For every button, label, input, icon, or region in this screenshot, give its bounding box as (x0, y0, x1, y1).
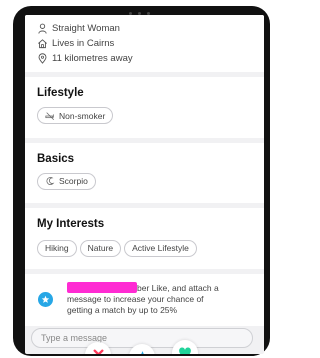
profile-info-card: Straight Woman Lives in Cairns 11 kilome… (25, 15, 264, 72)
basics-section: Basics Scorpio (25, 142, 264, 203)
message-bar: Type a message (25, 326, 264, 354)
lifestyle-section: Lifestyle Non-smoker (25, 77, 264, 138)
page-background: Straight Woman Lives in Cairns 11 kilome… (0, 0, 275, 358)
super-like-line-1: ber Like, and attach a (137, 282, 219, 293)
basics-chip: Scorpio (37, 172, 96, 190)
no-smoking-icon (45, 111, 55, 120)
redaction-bar (67, 281, 137, 293)
person-icon (38, 23, 47, 34)
orientation-text: Straight Woman (52, 23, 120, 34)
super-like-line-2: message to increase your chance of (67, 293, 204, 304)
interests-title: My Interests (37, 218, 105, 230)
super-like-text: ber Like, and attach a message to increa… (67, 281, 252, 316)
lifestyle-title: Lifestyle (37, 87, 84, 99)
location-pin-icon (38, 53, 47, 64)
location-row: Lives in Cairns (37, 36, 252, 51)
interests-list: Hiking Nature Active Lifestyle (37, 238, 252, 257)
close-icon (93, 349, 103, 354)
location-text: Lives in Cairns (52, 38, 115, 49)
super-like-line-3: getting a match by up to 25% (67, 304, 178, 315)
distance-row: 11 kilometres away (37, 51, 252, 66)
basics-chip-label: Scorpio (59, 176, 88, 186)
heart-icon (179, 346, 191, 354)
super-like-icon (38, 291, 53, 307)
profile-screen[interactable]: Straight Woman Lives in Cairns 11 kilome… (25, 15, 264, 354)
interest-chip: Active Lifestyle (124, 239, 197, 257)
moon-icon (46, 177, 55, 185)
home-icon (38, 39, 47, 49)
interests-section: My Interests Hiking Nature Active Lifestyl… (25, 208, 264, 269)
super-like-prompt: ber Like, and attach a message to increa… (25, 273, 264, 326)
interest-chip: Hiking (37, 239, 77, 257)
orientation-row: Straight Woman (37, 21, 252, 36)
star-icon (140, 351, 144, 354)
interest-chip: Nature (79, 239, 122, 257)
lifestyle-chip-label: Non-smoker (59, 110, 106, 121)
basics-title: Basics (37, 152, 75, 165)
lifestyle-chip: Non-smoker (37, 107, 114, 124)
distance-text: 11 kilometres away (52, 53, 133, 64)
